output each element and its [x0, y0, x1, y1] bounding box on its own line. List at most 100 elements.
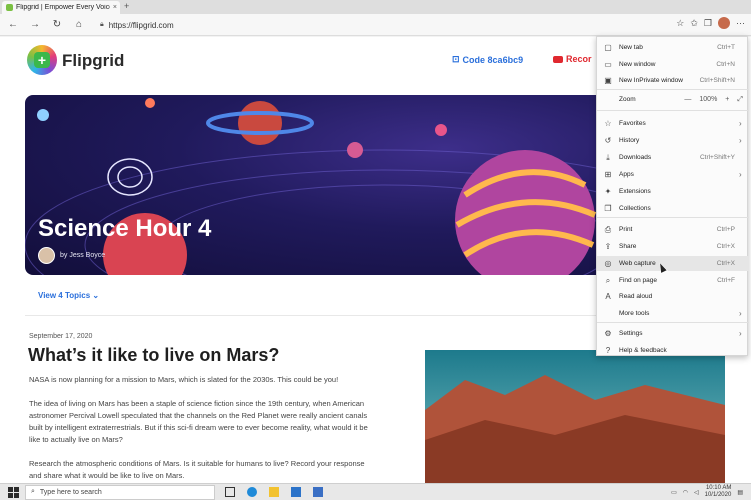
chevron-right-icon: › — [739, 170, 742, 179]
menu-item-shortcut: Ctrl+N — [716, 61, 735, 68]
menu-item-shortcut: Ctrl+P — [716, 226, 735, 233]
new-window-icon: ▭ — [604, 60, 612, 69]
flipgrid-logo-icon[interactable]: + — [27, 45, 57, 75]
volume-icon[interactable]: ◁ — [694, 489, 699, 496]
profile-avatar[interactable] — [718, 17, 730, 29]
favorites-icon[interactable]: ✩ — [690, 18, 698, 29]
tab-flipgrid[interactable]: Flipgrid | Empower Every Voice × — [2, 1, 120, 14]
apps-icon: ⊞ — [604, 170, 612, 179]
article-paragraph-2: The idea of living on Mars has been a st… — [29, 399, 368, 444]
windows-start-icon[interactable] — [6, 485, 20, 499]
chevron-right-icon: › — [739, 136, 742, 145]
favorites-icon: ☆ — [604, 119, 612, 128]
menu-item-help-feedback[interactable]: ? Help & feedback — [597, 343, 749, 358]
menu-item-print[interactable]: ⎙ Print Ctrl+P — [597, 222, 749, 237]
task-view-icon[interactable] — [225, 487, 235, 497]
menu-item-share[interactable]: ⇪ Share Ctrl+X — [597, 239, 749, 254]
menu-item-label: Apps — [619, 171, 634, 178]
author-name: by Jess Boyce — [60, 252, 106, 259]
menu-item-history[interactable]: ↺ History › — [597, 133, 749, 148]
new-tab-button[interactable]: + — [124, 1, 129, 11]
site-logo-text[interactable]: Flipgrid — [62, 51, 124, 71]
chevron-down-icon: ⌄ — [92, 291, 100, 300]
clock-time: 10:10 AM — [705, 485, 732, 491]
help-icon: ? — [605, 346, 611, 355]
view-topics-label: View 4 Topics — [38, 291, 91, 300]
notifications-icon[interactable]: ▤ — [737, 489, 743, 496]
address-bar[interactable]: 🔒︎ https://flipgrid.com — [96, 17, 636, 33]
menu-item-extensions[interactable]: ✦ Extensions — [597, 184, 749, 199]
menu-item-shortcut: Ctrl+F — [717, 277, 735, 284]
lock-icon: 🔒︎ — [100, 21, 104, 28]
print-icon: ⎙ — [604, 224, 612, 234]
menu-item-new-window[interactable]: ▭ New window Ctrl+N — [597, 57, 749, 72]
menu-item-label: Web capture — [619, 260, 656, 267]
forward-button[interactable]: → — [26, 16, 44, 34]
menu-item-find-on-page[interactable]: ⌕ Find on page Ctrl+F — [597, 273, 749, 288]
menu-item-label: Print — [619, 226, 633, 233]
new-tab-icon: ▢ — [604, 43, 612, 52]
zoom-value: 100% — [699, 96, 718, 103]
refresh-button[interactable]: ↻ — [48, 16, 66, 34]
menu-item-label: Settings — [619, 330, 643, 337]
menu-zoom-row: Zoom — 100% + ⤢ — [597, 92, 749, 107]
menu-item-label: Read aloud — [619, 293, 653, 300]
system-tray: ▭ ◠ ◁ 10:10 AM 10/1/2020 ▤ — [671, 485, 743, 499]
star-icon[interactable]: ☆ — [676, 18, 684, 29]
menu-item-more-tools[interactable]: More tools › — [597, 306, 749, 321]
menu-item-collections[interactable]: ❐ Collections — [597, 201, 749, 216]
menu-item-settings[interactable]: ⚙ Settings › — [597, 326, 749, 341]
menu-item-read-aloud[interactable]: A Read aloud — [597, 289, 749, 304]
web-capture-icon: ◎ — [604, 259, 612, 268]
zoom-out-button[interactable]: — — [684, 96, 691, 103]
menu-item-shortcut: Ctrl+Shift+N — [699, 77, 735, 84]
tab-title: Flipgrid | Empower Every Voice — [16, 4, 110, 11]
menu-item-web-capture[interactable]: ◎ Web capture Ctrl+X — [597, 256, 749, 271]
zoom-in-button[interactable]: + — [725, 96, 729, 103]
collections-icon[interactable]: ❐ — [704, 18, 712, 29]
tab-close-icon[interactable]: × — [113, 4, 117, 11]
clock[interactable]: 10:10 AM 10/1/2020 — [705, 485, 732, 499]
store-icon[interactable] — [291, 487, 301, 497]
find-icon: ⌕ — [605, 275, 611, 285]
menu-item-label: Share — [619, 243, 637, 250]
view-topics-button[interactable]: View 4 Topics ⌄ — [38, 291, 99, 300]
record-button[interactable]: Recor — [553, 54, 592, 64]
fullscreen-icon[interactable]: ⤢ — [737, 96, 743, 104]
share-icon: ⇪ — [604, 242, 612, 251]
battery-icon[interactable]: ▭ — [671, 489, 677, 496]
menu-item-label: Help & feedback — [619, 347, 667, 354]
browser-toolbar: ← → ↻ ⌂ 🔒︎ https://flipgrid.com ☆ ✩ ❐ ··… — [0, 14, 751, 36]
flipgrid-favicon-icon — [6, 4, 13, 11]
hero-byline: by Jess Boyce — [38, 247, 105, 264]
menu-item-label: Extensions — [619, 188, 651, 195]
menu-item-label: Collections — [619, 205, 651, 212]
menu-item-label: New window — [619, 61, 656, 68]
file-explorer-icon[interactable] — [269, 487, 279, 497]
chevron-right-icon: › — [739, 329, 742, 338]
menu-separator — [597, 322, 749, 323]
edge-icon[interactable] — [247, 487, 257, 497]
menu-item-new-tab[interactable]: ▢ New tab Ctrl+T — [597, 40, 749, 55]
code-icon: ⊡ — [452, 54, 460, 64]
code-label: Code 8ca6bc9 — [462, 54, 524, 65]
menu-item-apps[interactable]: ⊞ Apps › — [597, 167, 749, 182]
menu-item-label: More tools — [619, 310, 650, 317]
zoom-label: Zoom — [619, 96, 636, 103]
menu-item-label: Favorites — [619, 120, 646, 127]
settings-more-menu: Zoom — 100% + ⤢ ▢ New tab Ctrl+T ▭ New window Ctrl… — [596, 36, 749, 358]
chevron-right-icon: › — [739, 309, 742, 318]
back-button[interactable]: ← — [4, 16, 22, 34]
network-icon[interactable]: ◠ — [683, 489, 688, 496]
menu-item-new-inprivate-window[interactable]: ▣ New InPrivate window Ctrl+Shift+N — [597, 73, 749, 88]
menu-item-shortcut: Ctrl+T — [717, 44, 735, 51]
article-date: September 17, 2020 — [29, 333, 93, 340]
menu-item-downloads[interactable]: ⤓ Downloads Ctrl+Shift+Y — [597, 150, 749, 165]
taskbar-search-box[interactable]: ⌕ Type here to search — [25, 484, 215, 500]
menu-item-favorites[interactable]: ☆ Favorites › — [597, 116, 749, 131]
home-button[interactable]: ⌂ — [70, 16, 88, 34]
mail-icon[interactable] — [313, 487, 323, 497]
code-badge[interactable]: ⊡ Code 8ca6bc9 — [452, 54, 523, 65]
mars-landscape-image — [425, 350, 725, 483]
more-icon[interactable]: ··· — [736, 18, 745, 28]
